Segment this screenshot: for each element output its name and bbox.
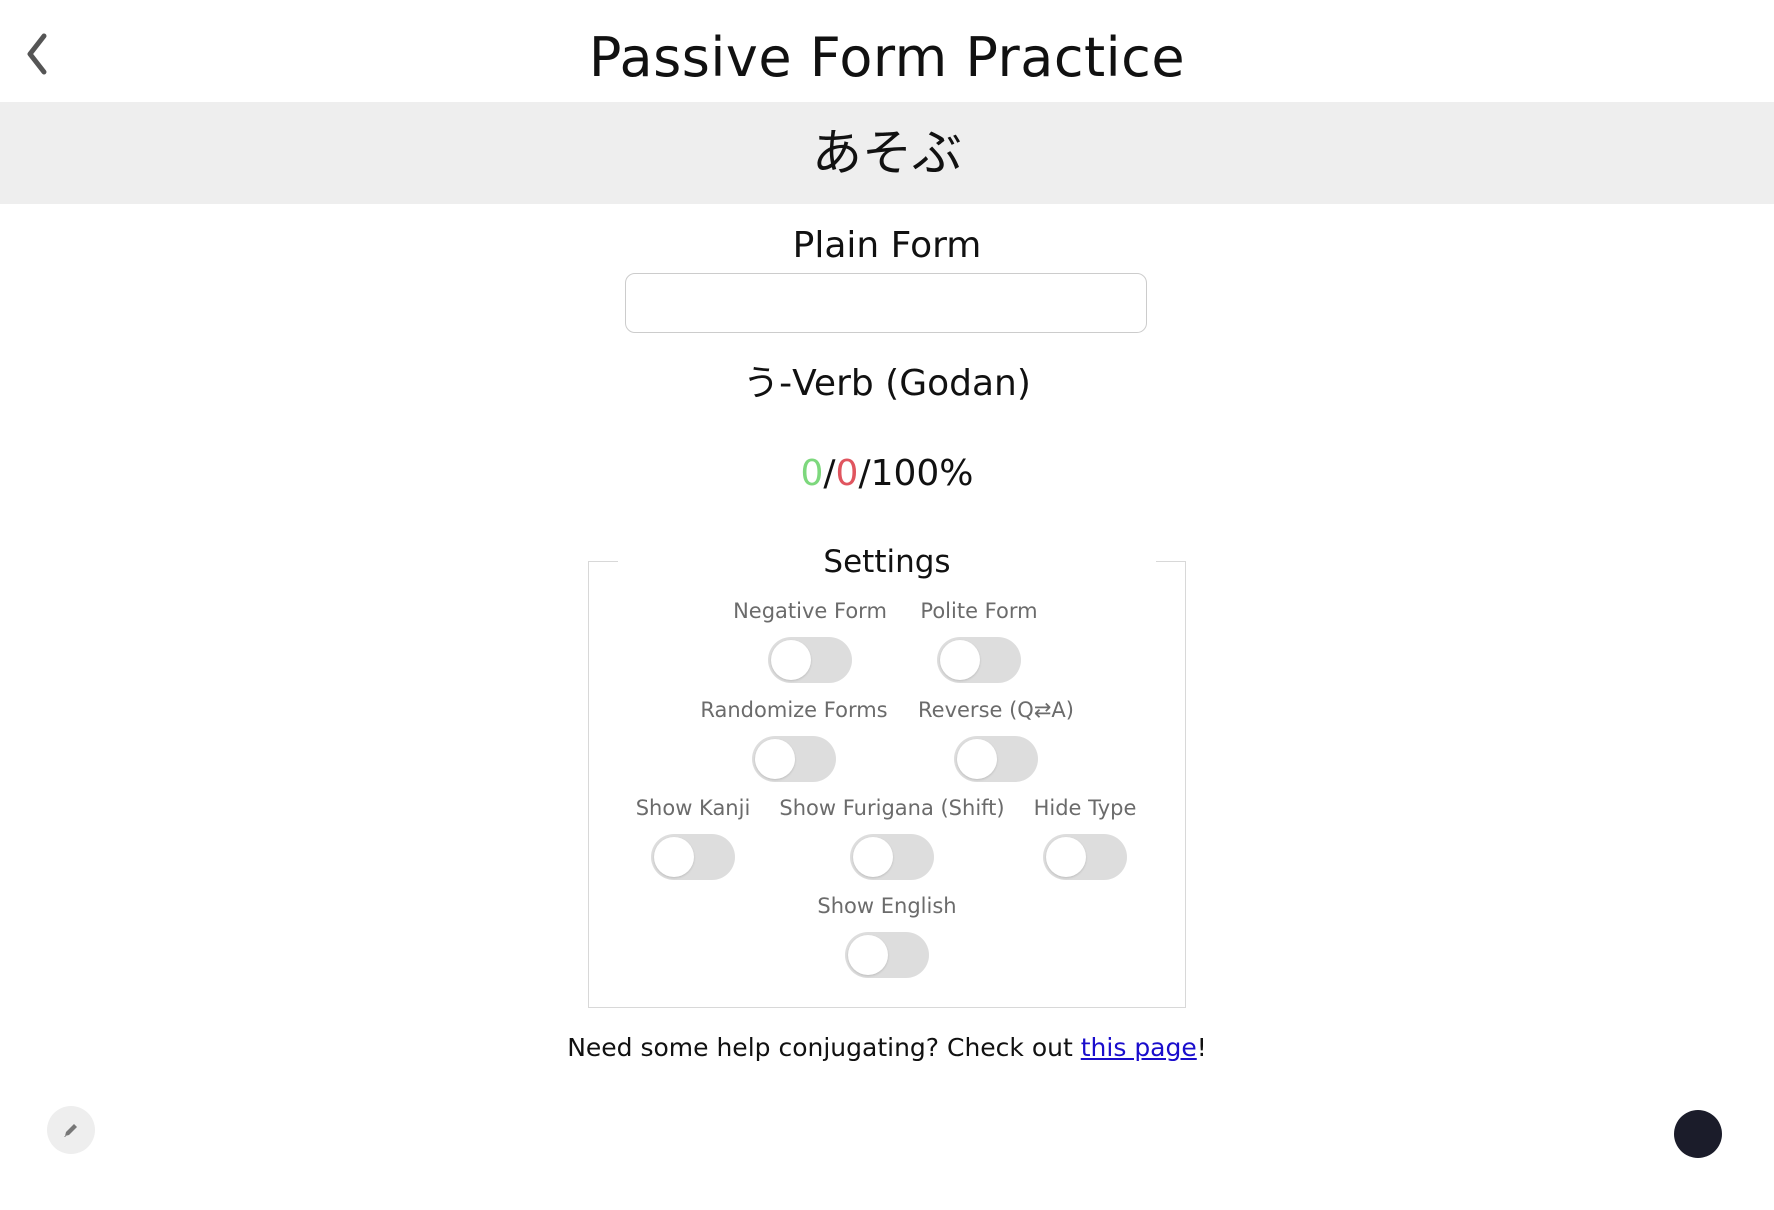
toggle-knob <box>755 739 795 779</box>
reverse-toggle[interactable] <box>954 736 1038 782</box>
help-text: Need some help conjugating? Check out th… <box>0 1030 1774 1066</box>
hide-type-label: Hide Type <box>1033 796 1137 820</box>
toggle-knob <box>771 640 811 680</box>
pencil-icon <box>64 1124 77 1137</box>
settings-title: Settings <box>823 544 951 580</box>
help-suffix: ! <box>1196 1033 1207 1062</box>
help-prefix: Need some help conjugating? Check out <box>567 1033 1081 1062</box>
prompt-banner: あそぶ <box>0 102 1774 204</box>
toggle-knob <box>940 640 980 680</box>
show-furigana-toggle[interactable] <box>850 834 934 880</box>
header: Passive Form Practice <box>0 0 1774 102</box>
answer-label: Plain Form <box>792 225 982 266</box>
score-display: 0/0/100% <box>0 450 1774 498</box>
reverse-label: Reverse (Q⇄A) <box>918 698 1074 722</box>
show-furigana-label: Show Furigana (Shift) <box>779 796 1005 820</box>
help-link[interactable]: this page <box>1081 1033 1197 1062</box>
polite-form-label: Polite Form <box>920 599 1038 623</box>
toggle-knob <box>848 935 888 975</box>
edit-button[interactable] <box>47 1106 95 1154</box>
show-english-label: Show English <box>817 894 957 918</box>
score-percent: 100% <box>870 453 974 494</box>
toggle-knob <box>957 739 997 779</box>
page-title: Passive Form Practice <box>588 26 1186 89</box>
wrong-count: 0 <box>835 453 859 494</box>
hide-type-toggle[interactable] <box>1043 834 1127 880</box>
show-kanji-toggle[interactable] <box>651 834 735 880</box>
verb-type-label: う-Verb (Godan) <box>743 363 1031 404</box>
floating-action-button[interactable] <box>1674 1110 1722 1158</box>
negative-form-label: Negative Form <box>733 599 887 623</box>
score-separator: / <box>823 453 836 494</box>
toggle-knob <box>853 837 893 877</box>
correct-count: 0 <box>800 453 824 494</box>
randomize-forms-toggle[interactable] <box>752 736 836 782</box>
show-kanji-label: Show Kanji <box>635 796 751 820</box>
toggle-knob <box>654 837 694 877</box>
randomize-forms-label: Randomize Forms <box>700 698 888 722</box>
polite-form-toggle[interactable] <box>937 637 1021 683</box>
prompt-word: あそぶ <box>812 124 962 182</box>
toggle-knob <box>1046 837 1086 877</box>
show-english-toggle[interactable] <box>845 932 929 978</box>
negative-form-toggle[interactable] <box>768 637 852 683</box>
score-separator: / <box>858 453 871 494</box>
answer-input[interactable] <box>625 273 1147 333</box>
